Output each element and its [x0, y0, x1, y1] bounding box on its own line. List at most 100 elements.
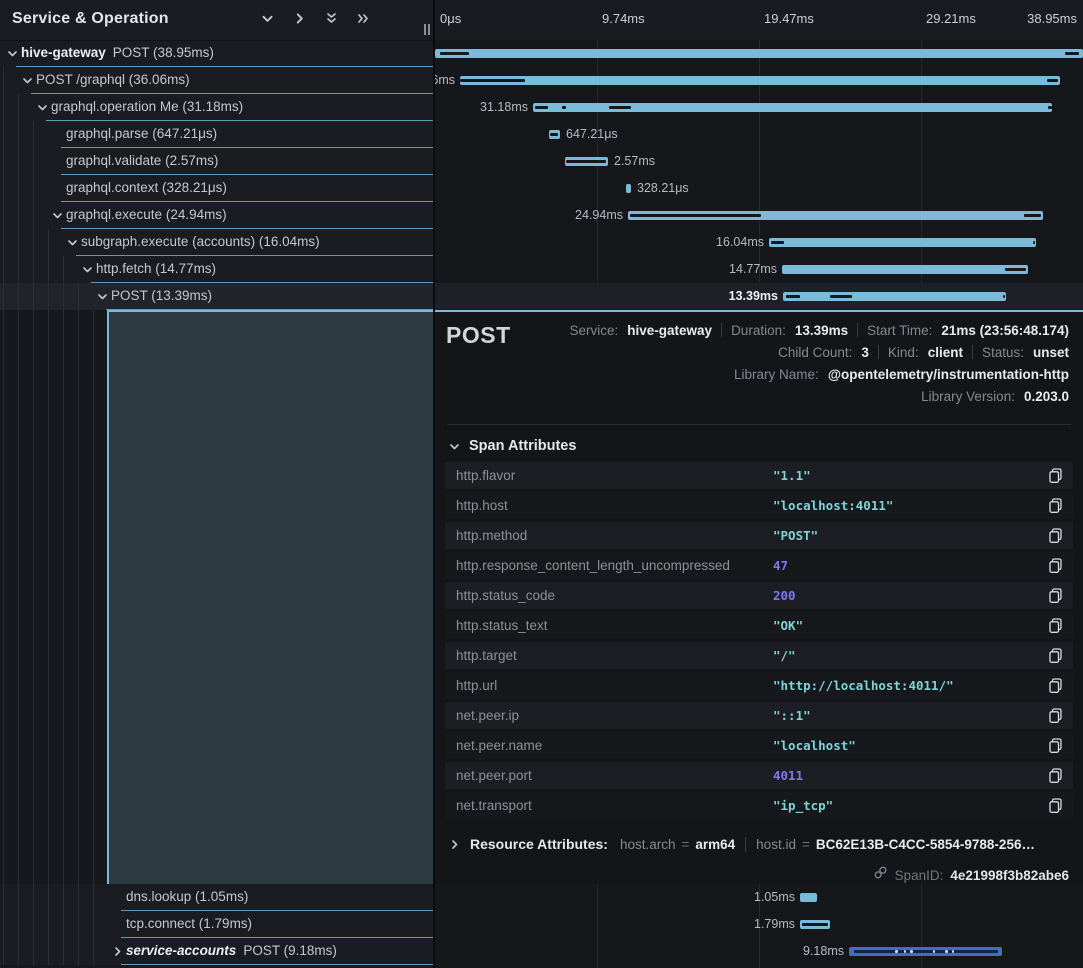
- copy-value-button[interactable]: [1047, 707, 1064, 724]
- timeline-row-graphql-context: 328.21μs: [435, 175, 1083, 202]
- span-bar-graphql-execute[interactable]: [628, 211, 1043, 220]
- copy-icon[interactable]: [1047, 767, 1064, 784]
- tree-row-dns-lookup[interactable]: dns.lookup (1.05ms): [0, 884, 433, 911]
- span-bar-dns-lookup[interactable]: [800, 893, 817, 902]
- event-tick: [895, 950, 898, 953]
- tree-chevron-down-icon[interactable]: [6, 47, 19, 60]
- tree-chevron-down-icon[interactable]: [96, 290, 109, 303]
- child-span-marker: [630, 214, 761, 217]
- tree-chevron-down-icon[interactable]: [21, 74, 34, 87]
- service-name: hive-gateway: [21, 45, 106, 60]
- span-bar-post-graphql[interactable]: [460, 76, 1060, 85]
- meta-separator: [972, 345, 973, 359]
- span-attributes-chevron-icon[interactable]: [448, 440, 461, 453]
- indent-guides: [3, 67, 18, 94]
- span-bar-graphql-parse[interactable]: [549, 130, 560, 139]
- span-attributes-header[interactable]: Span Attributes: [448, 438, 576, 454]
- tree-chevron-down-icon[interactable]: [81, 263, 94, 276]
- copy-icon[interactable]: [1047, 587, 1064, 604]
- attribute-row-http.status_code: http.status_code200: [445, 582, 1073, 609]
- copy-icon[interactable]: [1047, 737, 1064, 754]
- trace-viewer: 38.95ms36.06ms31.18ms647.21μs2.57ms328.2…: [0, 0, 1083, 968]
- span-bar-graphql-operation-me[interactable]: [533, 103, 1052, 112]
- copy-value-button[interactable]: [1047, 797, 1064, 814]
- ruler-tick: 0μs: [440, 11, 461, 26]
- meta-value: unset: [1033, 345, 1069, 360]
- tree-header-title: Service & Operation: [12, 10, 169, 28]
- child-span-marker: [460, 79, 525, 82]
- copy-icon[interactable]: [1047, 707, 1064, 724]
- meta-label: Status:: [982, 345, 1024, 360]
- copy-value-button[interactable]: [1047, 467, 1064, 484]
- tree-row-hive-gateway-post[interactable]: hive-gatewayPOST (38.95ms): [0, 40, 433, 67]
- copy-icon[interactable]: [1047, 617, 1064, 634]
- span-bar-subgraph-execute-accounts[interactable]: [769, 238, 1036, 247]
- tree-chevron-down-icon[interactable]: [66, 236, 79, 249]
- tree-row-graphql-parse[interactable]: graphql.parse (647.21μs): [0, 121, 433, 148]
- copy-value-button[interactable]: [1047, 617, 1064, 634]
- copy-icon[interactable]: [1047, 647, 1064, 664]
- tree-row-post-selected[interactable]: POST (13.39ms): [0, 283, 433, 310]
- tree-row-label: hive-gatewayPOST (38.95ms): [21, 45, 214, 60]
- event-tick: [910, 950, 913, 953]
- span-bar-hive-gateway-post[interactable]: [435, 49, 1083, 58]
- panel-resize-handle[interactable]: [424, 24, 430, 35]
- collapse-one-icon[interactable]: [260, 11, 275, 26]
- tree-row-service-accounts-post[interactable]: service-accountsPOST (9.18ms): [0, 938, 433, 965]
- indent-guides: [3, 229, 63, 256]
- tree-row-label: service-accountsPOST (9.18ms): [126, 943, 337, 958]
- tree-row-graphql-context[interactable]: graphql.context (328.21μs): [0, 175, 433, 202]
- tree-row-http-fetch[interactable]: http.fetch (14.77ms): [0, 256, 433, 283]
- tree-row-post-graphql[interactable]: POST /graphql (36.06ms): [0, 67, 433, 94]
- ruler-tick: 38.95ms: [1027, 11, 1077, 26]
- copy-icon[interactable]: [1047, 497, 1064, 514]
- tree-chevron-down-icon[interactable]: [51, 209, 64, 222]
- span-bar-tcp-connect[interactable]: [800, 920, 830, 929]
- tree-row-subgraph-execute-accounts[interactable]: subgraph.execute (accounts) (16.04ms): [0, 229, 433, 256]
- tree-row-graphql-operation-me[interactable]: graphql.operation Me (31.18ms): [0, 94, 433, 121]
- copy-icon[interactable]: [1047, 677, 1064, 694]
- expand-one-icon[interactable]: [292, 11, 307, 26]
- attribute-value: "::1": [773, 708, 811, 723]
- copy-value-button[interactable]: [1047, 527, 1064, 544]
- span-meta-line: Library Version: 0.203.0: [921, 385, 1069, 407]
- copy-value-button[interactable]: [1047, 767, 1064, 784]
- attribute-key: net.peer.name: [456, 738, 542, 753]
- copy-value-button[interactable]: [1047, 647, 1064, 664]
- copy-value-button[interactable]: [1047, 677, 1064, 694]
- tree-row-tcp-connect[interactable]: tcp.connect (1.79ms): [0, 911, 433, 938]
- tree-row-graphql-execute[interactable]: graphql.execute (24.94ms): [0, 202, 433, 229]
- copy-value-button[interactable]: [1047, 737, 1064, 754]
- resource-attributes-row[interactable]: Resource Attributes: host.arch=arm64host…: [448, 836, 1035, 852]
- copy-value-button[interactable]: [1047, 497, 1064, 514]
- expand-all-icon[interactable]: [356, 11, 371, 26]
- copy-icon[interactable]: [1047, 467, 1064, 484]
- tree-row-graphql-validate[interactable]: graphql.validate (2.57ms): [0, 148, 433, 175]
- indent-guides: [3, 94, 33, 121]
- collapse-all-icon[interactable]: [324, 11, 339, 26]
- tree-chevron-down-icon[interactable]: [36, 101, 49, 114]
- tree-chevron-right-icon[interactable]: [111, 945, 124, 958]
- timeline-row-post-graphql: 36.06ms: [435, 67, 1083, 94]
- attribute-row-http.flavor: http.flavor"1.1": [445, 462, 1073, 489]
- span-bar-graphql-context[interactable]: [626, 184, 631, 193]
- copy-value-button[interactable]: [1047, 587, 1064, 604]
- attribute-row-http.url: http.url"http://localhost:4011/": [445, 672, 1073, 699]
- copy-icon[interactable]: [1047, 797, 1064, 814]
- indent-guides: [3, 148, 48, 175]
- span-bar-graphql-validate[interactable]: [565, 157, 608, 166]
- attribute-key: net.peer.ip: [456, 708, 519, 723]
- copy-icon[interactable]: [1047, 557, 1064, 574]
- child-span-marker: [786, 295, 800, 298]
- meta-separator: [878, 345, 879, 359]
- attribute-row-http.status_text: http.status_text"OK": [445, 612, 1073, 639]
- copy-value-button[interactable]: [1047, 557, 1064, 574]
- span-bar-http-fetch[interactable]: [782, 265, 1028, 274]
- copy-icon[interactable]: [1047, 527, 1064, 544]
- resource-attributes-chevron-icon[interactable]: [448, 838, 461, 851]
- span-bar-service-accounts-post[interactable]: [849, 947, 1002, 956]
- span-duration-label: 2.57ms: [614, 154, 655, 168]
- span-bar-post-selected[interactable]: [783, 292, 1006, 301]
- child-span-marker: [830, 295, 852, 298]
- span-duration-label: 9.18ms: [803, 944, 844, 958]
